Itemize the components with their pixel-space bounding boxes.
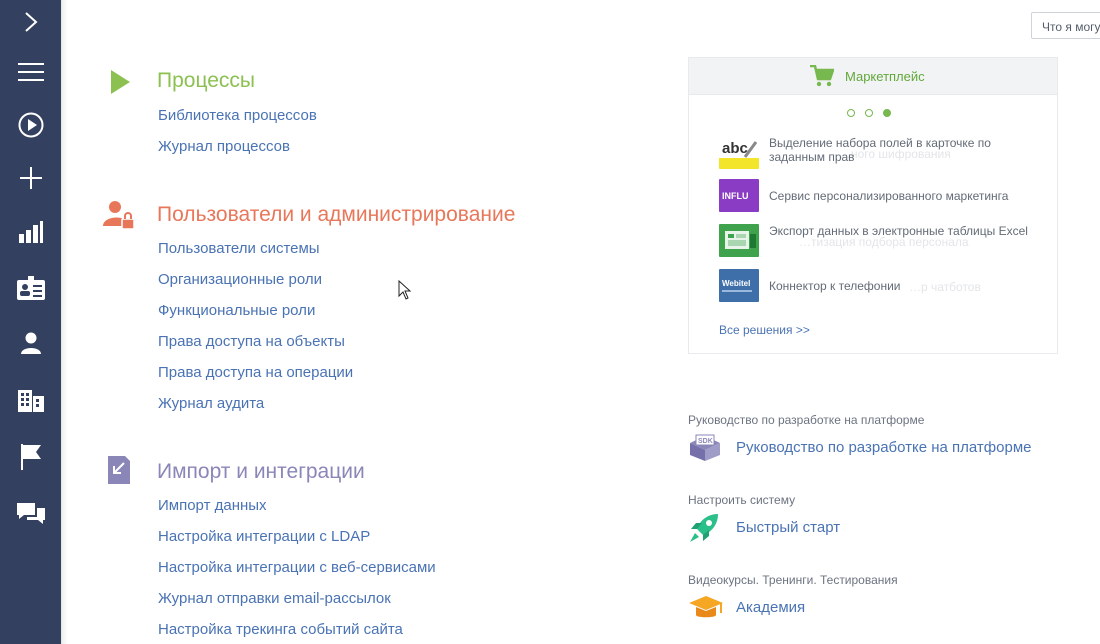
link-webservice-integration[interactable]: Настройка интеграции с веб-сервисами [158,559,436,576]
resource-link-dev-guide[interactable]: Руководство по разработке на платформе [736,439,1031,456]
webitel-thumbnail-text: Webitel [722,279,750,288]
resource-caption: Руководство по разработке на платформе [688,413,925,427]
link-functional-roles[interactable]: Функциональные роли [158,302,315,319]
link-process-library[interactable]: Библиотека процессов [158,107,317,124]
flag-icon[interactable] [0,437,61,477]
person-icon[interactable] [0,323,61,363]
link-process-log[interactable]: Журнал процессов [158,138,290,155]
chat-bubbles-icon[interactable] [0,493,61,533]
marketplace-item-text: Сервис персонализированного маркетинга [769,189,1009,203]
link-data-import[interactable]: Импорт данных [158,497,267,514]
carousel-dot-2[interactable] [865,109,873,117]
marketplace-item-text: Экспорт данных в электронные таблицы Exc… [769,224,1028,238]
carousel-dots [847,109,891,117]
cart-icon [810,64,835,92]
influ-thumbnail-icon: INFLU [719,179,759,212]
marketplace-item-text: Выделение набора полей в карточке по зад… [769,136,991,164]
marketplace-title: Маркетплейс [845,69,925,84]
contact-card-icon[interactable] [0,268,61,308]
sdk-icon: SDK [688,433,722,466]
carousel-dot-3[interactable] [883,109,891,117]
resource-link-academy[interactable]: Академия [736,599,805,616]
section-title-users: Пользователи и администрирование [157,203,516,226]
marketplace-item[interactable]: …тизация подбора персонала Экспорт данны… [719,224,1039,258]
resource-caption: Настроить систему [688,493,796,507]
graduation-cap-icon [688,594,724,627]
influ-thumbnail-text: INFLU [722,191,749,201]
marketplace-panel: Маркетплейс abc …ного шифрования Выделен… [688,57,1058,354]
marketplace-header[interactable]: Маркетплейс [689,58,1057,95]
link-audit-log[interactable]: Журнал аудита [158,395,264,412]
marketplace-item[interactable]: Webitel …р чатботов Коннектор к телефони… [719,269,1039,303]
expand-chevron-icon[interactable] [0,2,61,42]
resource-link-quick-start[interactable]: Быстрый старт [736,519,840,536]
plus-icon[interactable] [0,158,61,198]
bar-chart-icon[interactable] [0,212,61,252]
marketplace-item[interactable]: abc …ного шифрования Выделение набора по… [719,136,1039,170]
link-site-event-tracking[interactable]: Настройка трекинга событий сайта [158,621,403,638]
svg-text:SDK: SDK [698,438,713,445]
marketplace-item-text: Коннектор к телефонии [769,279,901,293]
link-system-users[interactable]: Пользователи системы [158,240,320,257]
play-triangle-icon [111,70,131,99]
abc-thumbnail-icon: abc [719,136,759,169]
rocket-icon [688,512,720,549]
link-org-roles[interactable]: Организационные роли [158,271,322,288]
left-navigation [0,0,62,644]
user-lock-icon [103,200,135,235]
import-document-icon [108,456,132,491]
play-circle-icon[interactable] [0,105,61,145]
carousel-dot-1[interactable] [847,109,855,117]
nav-shadow [62,0,68,644]
link-object-permissions[interactable]: Права доступа на объекты [158,333,345,350]
help-button[interactable]: Что я могу [1031,12,1100,39]
mouse-cursor-icon [398,279,412,305]
buildings-icon[interactable] [0,380,61,420]
excel-thumbnail-icon [719,224,759,257]
link-ldap-integration[interactable]: Настройка интеграции с LDAP [158,528,370,545]
resource-caption: Видеокурсы. Тренинги. Тестирования [688,573,898,587]
section-title-import: Импорт и интеграции [157,460,365,483]
link-email-log[interactable]: Журнал отправки email-рассылок [158,590,391,607]
webitel-thumbnail-icon: Webitel [719,269,759,302]
section-title-processes: Процессы [157,69,256,92]
abc-thumbnail-text: abc [722,140,748,157]
all-solutions-link[interactable]: Все решения >> [719,323,810,337]
menu-icon[interactable] [0,52,61,92]
link-operation-permissions[interactable]: Права доступа на операции [158,364,353,381]
marketplace-item[interactable]: INFLU Сервис персонализированного маркет… [719,179,1039,213]
